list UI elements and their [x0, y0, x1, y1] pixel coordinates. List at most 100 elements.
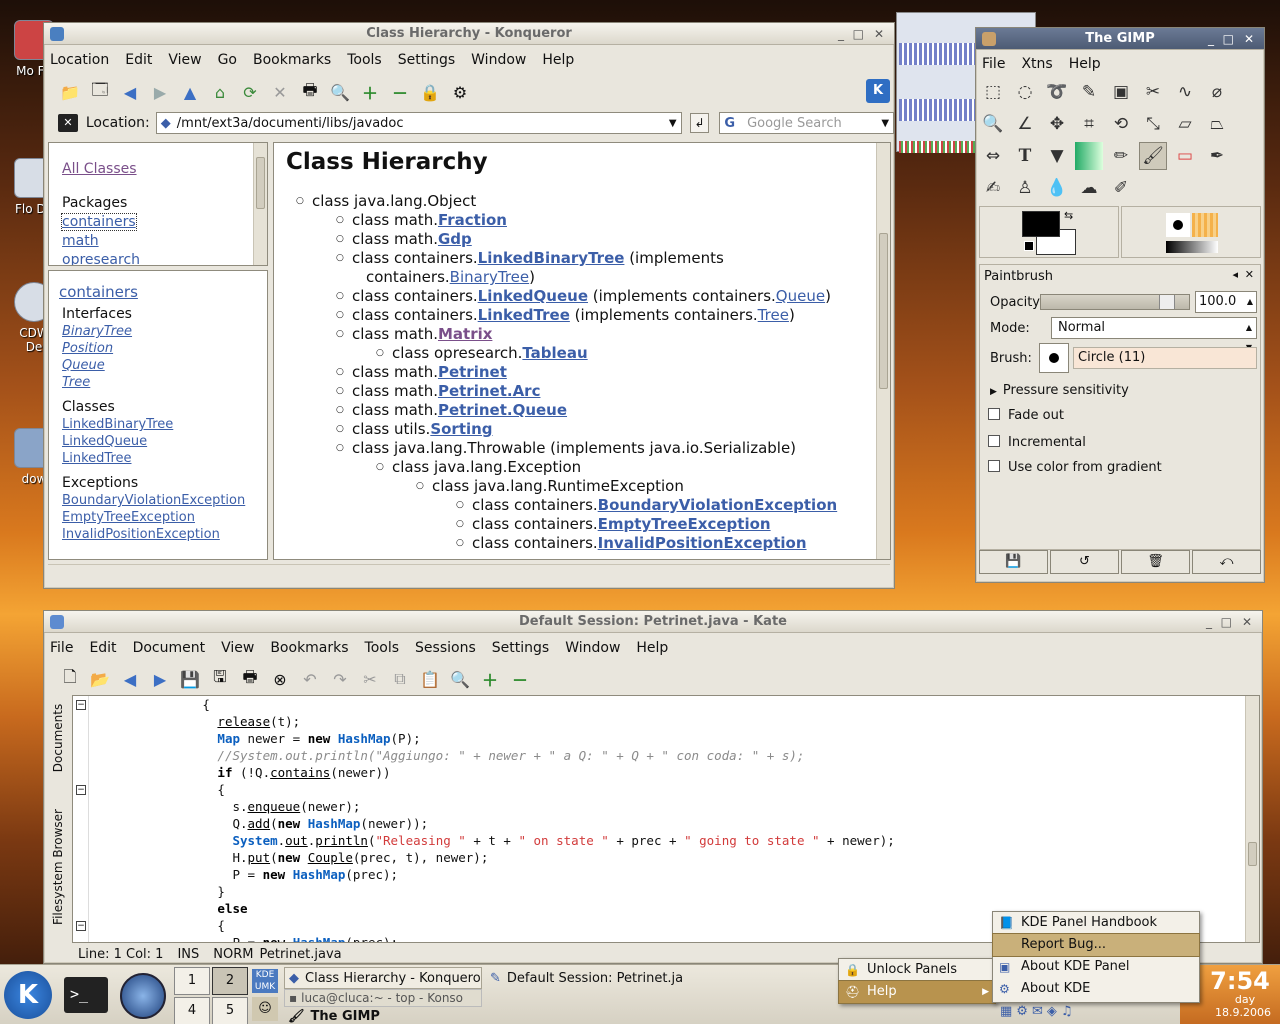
flip-icon[interactable]: ⇔ [979, 142, 1007, 170]
airbrush-icon[interactable]: ✒ [1203, 142, 1231, 170]
menu-item-kde-panel-handbook[interactable]: 📘 KDE Panel Handbook [993, 912, 1199, 934]
menu-edit[interactable]: Edit [89, 640, 116, 656]
brush-button[interactable] [1039, 343, 1069, 373]
zoom-in-icon[interactable]: ＋ [478, 667, 502, 691]
incremental-checkbox[interactable]: Incremental [988, 435, 1086, 450]
maximize-icon[interactable]: □ [853, 23, 864, 45]
konsole-launcher[interactable]: >_ [64, 977, 108, 1013]
panel-close-icon[interactable]: ✕ [1245, 268, 1254, 281]
google-search-input[interactable]: G Google Search ▼ [719, 112, 895, 134]
class-link[interactable]: LinkedTree [62, 451, 132, 466]
menu-help[interactable]: Help [636, 640, 668, 656]
menu-view[interactable]: View [168, 52, 201, 68]
mode-select[interactable]: Normal▲▼ [1051, 317, 1257, 352]
eraser-icon[interactable]: ▭ [1171, 142, 1199, 170]
blend-icon[interactable] [1075, 142, 1103, 170]
clone-icon[interactable]: ♙ [1011, 174, 1039, 202]
class-link[interactable]: LinkedQueue [62, 434, 147, 449]
menu-window[interactable]: Window [471, 52, 526, 68]
copy-icon[interactable]: ⧉ [388, 667, 412, 691]
home-icon[interactable]: ⌂ [208, 80, 232, 104]
open-document-icon[interactable]: 📂 [88, 667, 112, 691]
editor-scrollbar[interactable] [1245, 696, 1259, 942]
magic-wand-icon[interactable]: ✎ [1075, 78, 1103, 106]
user-launcher-icon[interactable]: ☺ [252, 997, 278, 1021]
code-editor[interactable]: − − − { release(t); Map newer = new Hash… [72, 695, 1260, 943]
scrollbar-thumb[interactable] [256, 157, 265, 209]
dodge-icon[interactable]: ☁ [1075, 174, 1103, 202]
interface-link[interactable]: Position [62, 341, 113, 356]
class-link[interactable]: LinkedQueue [478, 287, 588, 305]
taskbar-button-konsole[interactable]: ▪ luca@cluca:~ - top - Konso [284, 989, 482, 1007]
pager-desktop-4[interactable]: 4 [174, 997, 210, 1024]
chevron-down-icon[interactable]: ▼ [669, 118, 677, 129]
gradient-preview[interactable] [1166, 241, 1218, 253]
menu-bookmarks[interactable]: Bookmarks [270, 640, 348, 656]
package-link-containers[interactable]: containers [61, 213, 137, 231]
forward-icon[interactable]: ▶ [148, 667, 172, 691]
menu-item-report-bug[interactable]: Report Bug... [992, 933, 1200, 957]
interface-link[interactable]: BinaryTree [62, 324, 132, 339]
zoom-in-icon[interactable]: ＋ [358, 80, 382, 104]
packages-scrollbar[interactable] [253, 143, 267, 265]
menu-sessions[interactable]: Sessions [415, 640, 476, 656]
tab-filesystem-browser[interactable]: Filesystem Browser [48, 797, 68, 937]
interface-link[interactable]: BinaryTree [450, 268, 529, 286]
back-icon[interactable]: ◀ [118, 80, 142, 104]
brush-preview[interactable] [1166, 213, 1190, 237]
settings-tool-icon[interactable]: ⚙ [448, 80, 472, 104]
back-icon[interactable]: ◀ [118, 667, 142, 691]
close-icon[interactable]: ✕ [1244, 28, 1254, 50]
menu-item-unlock-panels[interactable]: 🔒 Unlock Panels [839, 959, 995, 981]
zoom-out-icon[interactable]: － [508, 667, 532, 691]
ink-icon[interactable]: ✍ [979, 174, 1007, 202]
menu-tools[interactable]: Tools [347, 52, 382, 68]
reset-options-icon[interactable]: ⤺ [1192, 550, 1261, 574]
smudge-icon[interactable]: 💧 [1043, 174, 1071, 202]
package-link-opresearch[interactable]: opresearch [62, 252, 140, 265]
tray-icon[interactable]: ✉ [1032, 1004, 1043, 1019]
measure-icon[interactable]: ∠ [1011, 110, 1039, 138]
zoom-icon[interactable]: 🔍 [979, 110, 1007, 138]
undo-icon[interactable]: ↶ [298, 667, 322, 691]
up-icon[interactable]: ▲ [178, 80, 202, 104]
gimp-titlebar[interactable]: The GIMP _ □ ✕ [976, 28, 1264, 50]
menu-item-help[interactable]: ⛑ Help ▶ [838, 980, 996, 1004]
up-folder-icon[interactable]: 📁 [58, 80, 82, 104]
forward-icon[interactable]: ▶ [148, 80, 172, 104]
tray-icon[interactable]: ⚙ [1016, 1004, 1028, 1019]
class-link[interactable]: LinkedBinaryTree [62, 417, 173, 432]
scissors-icon[interactable]: ✂ [1139, 78, 1167, 106]
save-options-icon[interactable]: 💾 [979, 550, 1048, 574]
menu-location[interactable]: Location [50, 52, 109, 68]
fold-marker-icon[interactable]: − [76, 700, 86, 710]
menu-help[interactable]: Help [1069, 56, 1101, 72]
taskbar-button-kate[interactable]: ✎ Default Session: Petrinet.ja [486, 967, 682, 989]
tray-icon[interactable]: ♫ [1061, 1004, 1073, 1019]
paths-icon[interactable]: ∿ [1171, 78, 1199, 106]
gradient-color-checkbox[interactable]: Use color from gradient [988, 460, 1162, 475]
taskbar-button-konqueror[interactable]: ◆ Class Hierarchy - Konquero [284, 967, 482, 989]
menu-settings[interactable]: Settings [492, 640, 549, 656]
menu-document[interactable]: Document [133, 640, 206, 656]
exception-link[interactable]: BoundaryViolationException [62, 493, 245, 508]
paste-icon[interactable]: 📋 [418, 667, 442, 691]
pressure-sensitivity-expander[interactable]: ▶ Pressure sensitivity [990, 383, 1129, 398]
pager-desktop-1[interactable]: 1 [174, 967, 210, 995]
package-link-math[interactable]: math [62, 233, 99, 249]
close-icon[interactable]: ✕ [874, 23, 884, 45]
close-icon[interactable]: ✕ [1242, 611, 1252, 633]
opacity-slider[interactable] [1040, 294, 1190, 310]
tray-icon[interactable]: ◈ [1047, 1004, 1057, 1019]
print-preview-icon[interactable]: 🔍 [328, 80, 352, 104]
panel-menu-icon[interactable]: ◂ [1232, 268, 1238, 281]
menu-tools[interactable]: Tools [365, 640, 400, 656]
scrollbar-thumb[interactable] [879, 233, 888, 389]
move-icon[interactable]: ✥ [1043, 110, 1071, 138]
delete-options-icon[interactable]: 🗑 [1121, 550, 1190, 574]
package-title-link[interactable]: containers [59, 283, 138, 301]
slider-handle[interactable] [1159, 295, 1175, 309]
class-link[interactable]: Matrix [438, 325, 492, 343]
menu-bookmarks[interactable]: Bookmarks [253, 52, 331, 68]
class-link[interactable]: Sorting [430, 420, 492, 438]
